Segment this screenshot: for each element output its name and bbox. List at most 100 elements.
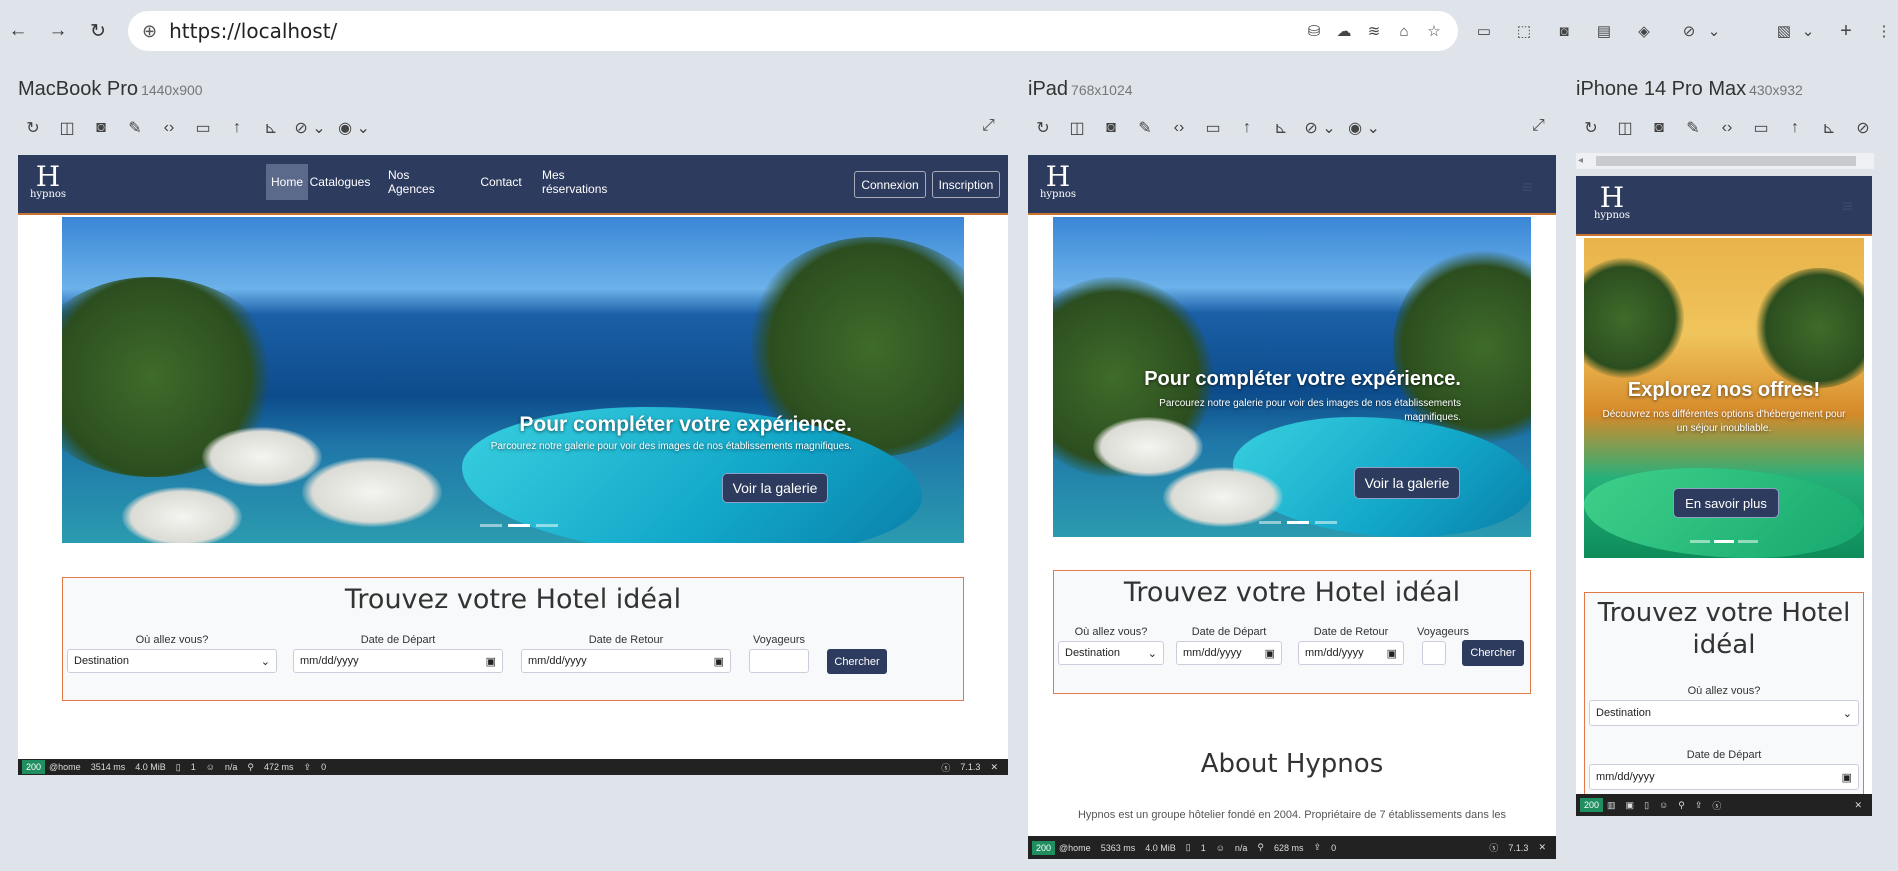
gallery-button[interactable]: Voir la galerie [1354,467,1460,499]
offers-button[interactable]: En savoir plus [1673,488,1779,518]
nav-catalogues[interactable]: Catalogues [310,164,371,200]
camera-icon[interactable]: ◙ [1642,114,1676,142]
carousel-indicator[interactable] [536,524,558,527]
screenshot-icon[interactable]: ◫ [50,114,84,142]
eyedropper-icon[interactable]: ✎ [118,114,152,142]
where-label: Où allez vous? [1074,626,1148,638]
search-button[interactable]: Chercher [827,649,887,674]
nav-home[interactable]: Home [266,164,308,200]
carousel-indicator[interactable] [1259,521,1281,524]
depart-date-input[interactable]: mm/dd/yyyy ▣ [293,649,503,673]
reload-icon[interactable]: ↻ [84,17,112,45]
hero-caption-text: Découvrez nos différentes options d'hébe… [1602,409,1846,434]
ruler-icon[interactable]: ⊾ [254,114,288,142]
eye-off-icon[interactable]: ⊘ [1678,20,1700,42]
site-navbar: H hypnos ≡ [1576,176,1872,236]
destination-select[interactable]: Destination ⌄ [1589,700,1859,726]
signup-button[interactable]: Inscription [932,171,1000,198]
layout-icon[interactable]: ▧ [1773,20,1795,42]
gallery-button[interactable]: Voir la galerie [722,473,828,503]
carousel-indicator[interactable] [1738,540,1758,543]
login-button[interactable]: Connexion [854,171,926,198]
chevron-down-icon[interactable]: ⌄ [1797,20,1819,42]
database-icon[interactable]: ⛁ [1303,20,1325,42]
reload-icon[interactable]: ↻ [1026,114,1060,142]
nav-reservations[interactable]: Mes réservations [542,164,632,200]
return-date-input[interactable]: mm/dd/yyyy ▣ [521,649,731,673]
depart-date-input[interactable]: mm/dd/yyyy ▣ [1176,641,1282,665]
code-icon[interactable]: ‹› [1162,114,1196,142]
star-icon[interactable]: ☆ [1423,20,1445,42]
rotate-icon[interactable]: ▭ [1196,114,1230,142]
close-icon[interactable]: ✕ [1854,800,1862,811]
carousel-indicator[interactable] [508,524,530,527]
rotate-icon[interactable]: ▭ [1744,114,1778,142]
rotate-icon[interactable]: ▭ [186,114,220,142]
plus-icon[interactable]: + [1835,20,1857,42]
travelers-label: Voyageurs [1417,626,1469,638]
hero-caption: Explorez nos offres! Découvrez nos diffé… [1602,378,1846,436]
close-icon[interactable]: ✕ [1538,842,1546,853]
search-button[interactable]: Chercher [1462,640,1524,666]
travelers-label: Voyageurs [753,634,805,646]
horizontal-scrollbar[interactable]: ◂ [1576,153,1874,169]
reload-icon[interactable]: ↻ [16,114,50,142]
cloud-off-icon[interactable]: ☁ [1333,20,1355,42]
eye-off-icon[interactable]: ⊘ ⌄ [288,114,332,142]
travelers-input[interactable] [1422,641,1446,665]
arrow-up-icon[interactable]: ↑ [220,114,254,142]
scrollbar-thumb[interactable] [1596,156,1856,166]
destination-select[interactable]: Destination ⌄ [1058,641,1164,665]
screenshot-icon[interactable]: ◫ [1608,114,1642,142]
home-icon[interactable]: ⌂ [1393,20,1415,42]
travelers-input[interactable] [749,649,809,673]
carousel-indicator[interactable] [1714,540,1734,543]
arrow-up-icon[interactable]: ↑ [1230,114,1264,142]
document-icon[interactable]: ▤ [1593,20,1615,42]
forward-arrow-icon[interactable]: → [44,17,72,45]
inspect-icon[interactable]: ⬚ [1513,20,1535,42]
layers-icon[interactable]: ◈ [1633,20,1655,42]
ruler-icon[interactable]: ⊾ [1264,114,1298,142]
arrow-up-icon[interactable]: ↑ [1778,114,1812,142]
arrow-left-icon[interactable]: ◂ [1578,155,1583,166]
back-arrow-icon[interactable]: ← [4,17,32,45]
chrome-icon[interactable]: ◉ ⌄ [1342,114,1386,142]
wifi-icon[interactable]: ≋ [1363,20,1385,42]
return-date-input[interactable]: mm/dd/yyyy ▣ [1298,641,1404,665]
site-logo[interactable]: H hypnos [28,163,68,201]
chrome-icon[interactable]: ◉ ⌄ [332,114,376,142]
screenshot-icon[interactable]: ◫ [1060,114,1094,142]
camera-icon[interactable]: ◙ [1553,20,1575,42]
carousel-indicator[interactable] [1287,521,1309,524]
code-icon[interactable]: ‹› [1710,114,1744,142]
eyedropper-icon[interactable]: ✎ [1676,114,1710,142]
hamburger-icon[interactable]: ≡ [1522,177,1533,198]
reload-icon[interactable]: ↻ [1574,114,1608,142]
carousel-indicator[interactable] [1315,521,1337,524]
camera-icon[interactable]: ◙ [1094,114,1128,142]
site-logo[interactable]: H hypnos [1038,163,1078,201]
more-icon[interactable]: ⋮ [1873,20,1895,42]
eyedropper-icon[interactable]: ✎ [1128,114,1162,142]
hamburger-icon[interactable]: ≡ [1842,196,1853,217]
site-logo[interactable]: H hypnos [1592,184,1632,222]
destination-select[interactable]: Destination ⌄ [67,649,277,673]
chevron-down-icon[interactable]: ⌄ [1703,20,1725,42]
responsive-icon[interactable]: ▭ [1473,20,1495,42]
close-icon[interactable]: ✕ [990,762,998,773]
carousel-indicator[interactable] [1690,540,1710,543]
code-icon[interactable]: ‹› [152,114,186,142]
camera-icon[interactable]: ◙ [84,114,118,142]
chevron-down-icon: ⌄ [1147,647,1157,660]
depart-date-input[interactable]: mm/dd/yyyy ▣ [1589,764,1859,790]
nav-contact[interactable]: Contact [478,164,524,200]
eye-off-icon[interactable]: ⊘ [1846,114,1880,142]
fullscreen-icon[interactable]: ⤢ [1532,117,1545,135]
fullscreen-icon[interactable]: ⤢ [982,117,995,135]
eye-off-icon[interactable]: ⊘ ⌄ [1298,114,1342,142]
nav-agences[interactable]: Nos Agences [388,164,458,200]
address-bar[interactable]: ⊕ https://localhost/ ⛁ ☁ ≋ ⌂ ☆ [128,11,1458,51]
carousel-indicator[interactable] [480,524,502,527]
ruler-icon[interactable]: ⊾ [1812,114,1846,142]
